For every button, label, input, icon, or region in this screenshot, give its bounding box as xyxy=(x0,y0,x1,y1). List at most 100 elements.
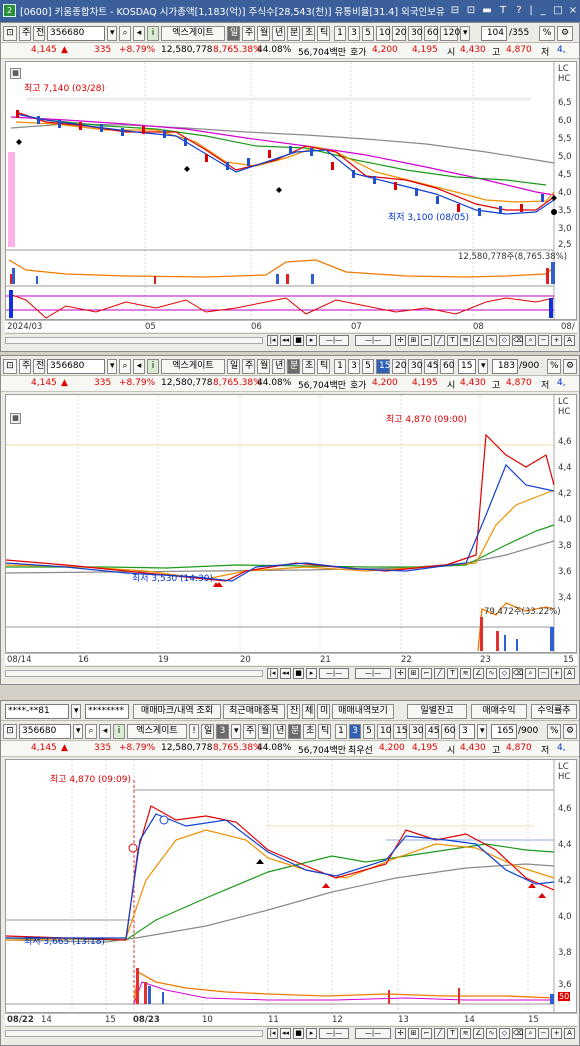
interval-120[interactable]: 120 xyxy=(440,26,460,41)
crosshair-icon[interactable]: ✢ xyxy=(395,668,406,679)
play-icon[interactable]: ▸ xyxy=(306,668,317,679)
interval-dropdown-icon[interactable]: ▾ xyxy=(460,26,470,41)
angle-icon[interactable]: ∠ xyxy=(473,335,484,346)
drawing-icon[interactable]: ⌐ xyxy=(421,668,432,679)
chart-option-icon[interactable]: ⚙ xyxy=(563,359,577,374)
fibonacci-icon[interactable]: ≋ xyxy=(460,668,471,679)
interval-5[interactable]: 5 xyxy=(362,26,374,41)
play-icon[interactable]: ▸ xyxy=(306,335,317,346)
filled-tab[interactable]: 체 xyxy=(302,704,315,719)
search-icon[interactable]: ⌕ xyxy=(119,359,131,374)
zoom-in-icon[interactable]: + xyxy=(551,1028,562,1039)
stock-info-icon[interactable]: i xyxy=(147,359,159,374)
scroll-first-icon[interactable]: |◂ xyxy=(267,335,278,346)
scroll-track[interactable] xyxy=(5,337,263,344)
interval-60[interactable]: 60 xyxy=(424,26,438,41)
interval-1[interactable]: 1 xyxy=(335,724,347,739)
account-number-input[interactable]: ****-**81 xyxy=(5,704,69,719)
period-week[interactable]: 주 xyxy=(242,359,255,374)
interval-dropdown-icon[interactable]: ▾ xyxy=(477,724,487,739)
interval-dropdown-icon[interactable]: ▾ xyxy=(478,359,488,374)
interval-3[interactable]: 3 xyxy=(348,359,360,374)
alert-button[interactable]: ! xyxy=(189,724,199,739)
period-minute[interactable]: 분 xyxy=(287,26,300,41)
speaker-icon[interactable]: ◂ xyxy=(133,359,145,374)
eraser-icon[interactable]: ⌫ xyxy=(512,1028,523,1039)
crosshair-icon[interactable]: ✢ xyxy=(395,335,406,346)
layout-icon[interactable]: ⊞ xyxy=(408,335,419,346)
minute-candle-chart-15[interactable]: ▦ 최고 4,870 (09:00) 최저 3,530 (14:30) 79,4… xyxy=(5,394,577,653)
interval-3[interactable]: 3 xyxy=(349,724,361,739)
window-bar-icon[interactable]: ▬ xyxy=(480,3,494,18)
scroll-track[interactable] xyxy=(5,1030,263,1037)
market-selector[interactable]: 전 xyxy=(33,26,45,41)
chart-settings-icon[interactable]: ⊡ xyxy=(3,359,17,374)
text-tool-icon[interactable]: T xyxy=(447,1028,458,1039)
period-week[interactable]: 주 xyxy=(242,26,255,41)
period-second[interactable]: 초 xyxy=(303,724,316,739)
chart-scroll-bar[interactable]: |◂ ◂◂ ■ ▸ —|— —|— ✢ ⊞ ⌐ ╱ T ≋ ∠ ∿ ◇ ⌫ ⌕ … xyxy=(5,666,577,680)
shape-icon[interactable]: ◇ xyxy=(499,668,510,679)
drawing-icon[interactable]: ⌐ xyxy=(421,335,432,346)
interval-10[interactable]: 10 xyxy=(376,26,390,41)
window-layout-icon[interactable]: ⊟ xyxy=(448,3,462,18)
interval-15[interactable]: 15 xyxy=(393,724,407,739)
code-dropdown-icon[interactable]: ▾ xyxy=(107,26,117,41)
display-count-input[interactable]: 183 xyxy=(492,359,518,374)
period-dropdown-icon[interactable]: ▾ xyxy=(231,724,241,739)
scroll-track[interactable] xyxy=(5,670,263,677)
interval-30[interactable]: 30 xyxy=(409,724,423,739)
chart-tools-icon[interactable]: % xyxy=(547,724,561,739)
drawing-icon[interactable]: ⌐ xyxy=(421,1028,432,1039)
play-icon[interactable]: ▸ xyxy=(306,1028,317,1039)
interval-45[interactable]: 45 xyxy=(425,724,439,739)
interval-60[interactable]: 60 xyxy=(441,724,455,739)
period-minute[interactable]: 분 xyxy=(288,724,301,739)
chart-menu-icon[interactable]: ▦ xyxy=(10,68,21,79)
stock-type-selector[interactable]: 주 xyxy=(19,359,31,374)
zoom-in-icon[interactable]: + xyxy=(551,668,562,679)
zoom-icon[interactable]: ⌕ xyxy=(525,335,536,346)
unfilled-tab[interactable]: 미 xyxy=(317,704,330,719)
interval-20[interactable]: 20 xyxy=(392,26,406,41)
zoom-in-icon[interactable]: + xyxy=(551,335,562,346)
interval-30[interactable]: 30 xyxy=(408,26,422,41)
minute-candle-chart-3[interactable]: 최고 4,870 (09:09) 최저 3,665 (13:18) LC HC … xyxy=(5,759,577,1013)
stop-icon[interactable]: ■ xyxy=(293,668,304,679)
code-dropdown-icon[interactable]: ▾ xyxy=(73,724,83,739)
balance-tab[interactable]: 잔 xyxy=(287,704,300,719)
stop-icon[interactable]: ■ xyxy=(293,1028,304,1039)
zoom-out-icon[interactable]: − xyxy=(538,335,549,346)
period-month[interactable]: 월 xyxy=(258,724,271,739)
close-button[interactable]: × xyxy=(566,3,580,18)
search-icon[interactable]: ⌕ xyxy=(119,26,131,41)
maximize-button[interactable]: □ xyxy=(551,3,565,18)
chart-settings-icon[interactable]: ⊡ xyxy=(3,26,17,41)
period-tick[interactable]: 틱 xyxy=(317,26,330,41)
period-tick[interactable]: 틱 xyxy=(318,724,331,739)
period-second[interactable]: 초 xyxy=(302,359,315,374)
zoom-icon[interactable]: ⌕ xyxy=(525,1028,536,1039)
period-day[interactable]: 일 xyxy=(227,26,240,41)
stock-info-icon[interactable]: i xyxy=(147,26,159,41)
layout-icon[interactable]: ⊞ xyxy=(408,1028,419,1039)
chart-option-icon[interactable]: ⚙ xyxy=(557,26,573,41)
display-count-input[interactable]: 104 xyxy=(481,26,507,41)
trade-profit-tab[interactable]: 매매수익 xyxy=(471,704,527,719)
daily-balance-tab[interactable]: 일별잔고 xyxy=(407,704,467,719)
shape-icon[interactable]: ◇ xyxy=(499,335,510,346)
stock-code-input[interactable]: 356680 xyxy=(19,724,71,739)
trendline-icon[interactable]: ╱ xyxy=(434,1028,445,1039)
display-count-input[interactable]: 165 xyxy=(491,724,517,739)
stock-type-selector[interactable]: 주 xyxy=(19,26,31,41)
stock-code-input[interactable]: 356680 xyxy=(47,359,105,374)
trade-history-tab[interactable]: 매매내역보기 xyxy=(332,704,394,719)
angle-icon[interactable]: ∠ xyxy=(473,1028,484,1039)
window-split-icon[interactable]: ⊡ xyxy=(464,3,478,18)
speaker-icon[interactable]: ◂ xyxy=(99,724,111,739)
layout-icon[interactable]: ⊞ xyxy=(408,668,419,679)
stop-icon[interactable]: ■ xyxy=(293,335,304,346)
recent-trades-tab[interactable]: 최근매매종목 xyxy=(223,704,285,719)
chart-tools-icon[interactable]: % xyxy=(547,359,561,374)
trade-mark-query-tab[interactable]: 매매마크/내역 조회 xyxy=(133,704,221,719)
